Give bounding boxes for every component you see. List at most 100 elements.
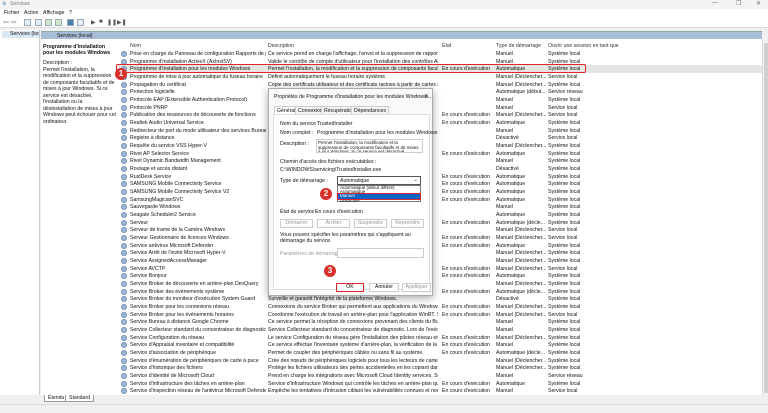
service-gear-icon <box>121 296 127 303</box>
view-icon[interactable] <box>77 19 84 26</box>
pause-button[interactable]: Suspendre <box>354 219 387 228</box>
vertical-scrollbar[interactable] <box>762 39 768 395</box>
service-startup-type: Automatique <box>496 242 526 249</box>
service-row[interactable]: Service Configuration du réseau Le servic… <box>118 334 762 342</box>
service-row[interactable]: SamsungMagicianSVC En cours d'exécution Au… <box>118 196 762 204</box>
ok-button[interactable]: OK <box>336 283 364 292</box>
startup-params-input[interactable] <box>337 248 424 258</box>
service-row[interactable]: Protocole EAP (Extensible Authentication… <box>118 96 762 104</box>
back-icon[interactable]: ⇦ <box>3 18 9 26</box>
service-row[interactable]: Service d'infrastructure des tâches en a… <box>118 380 762 388</box>
service-row[interactable]: Programme de mise à jour automatique du … <box>118 73 762 81</box>
column-description[interactable]: Description <box>268 43 294 49</box>
menu-action[interactable]: Action <box>24 10 38 16</box>
service-row[interactable]: Registre à distance Désactivé Service loca… <box>118 134 762 142</box>
service-row[interactable]: Requête du service VSS Hyper-V Manuel (Dé… <box>118 142 762 150</box>
service-gear-icon <box>121 258 127 265</box>
service-row[interactable]: Serveur Gestionnaire de licences Windows… <box>118 234 762 242</box>
cancel-button[interactable]: Annuler <box>369 283 399 292</box>
play-icon[interactable]: ▶ <box>91 19 96 26</box>
service-row[interactable]: Service Collecteur standard du concentra… <box>118 326 762 334</box>
service-row[interactable]: Service Bureau à distance Google Chrome C… <box>118 318 762 326</box>
tab-standard[interactable]: Standard <box>65 395 95 402</box>
service-row[interactable]: Service d'inspection réseau de l'antivir… <box>118 387 762 395</box>
service-row[interactable]: Protocole PNRP Manuel Service local <box>118 104 762 112</box>
menu-help[interactable]: ? <box>69 10 72 16</box>
service-row[interactable]: RustDesk Service En cours d'exécution Auto… <box>118 173 762 181</box>
column-startup-type[interactable]: Type de démarrage <box>496 43 541 49</box>
apply-button[interactable]: Appliquer <box>402 283 431 292</box>
service-name: Service d'association de périphérique <box>130 350 217 357</box>
service-row[interactable]: Redirecteur de port du mode utilisateur … <box>118 127 762 135</box>
tree-node-services-local[interactable]: Services (local) <box>2 31 39 38</box>
service-row[interactable]: Service d'énumération de périphériques d… <box>118 357 762 365</box>
service-row[interactable]: Service Broker pour les connexions résea… <box>118 303 762 311</box>
service-row[interactable]: Publication des ressources de découverte… <box>118 111 762 119</box>
startup-type-select[interactable]: Automatique ⌄ <box>337 176 421 185</box>
show-hide-tree-icon[interactable] <box>24 19 31 26</box>
startup-type-label: Type de démarrage : <box>280 178 328 184</box>
service-row[interactable]: Service Broker pour les événements horai… <box>118 311 762 319</box>
service-row[interactable]: Sauvegarde Windows Manuel Système local <box>118 203 762 211</box>
tab-dependances[interactable]: Dépendances <box>351 106 390 114</box>
stop-button[interactable]: Arrêter <box>317 219 350 228</box>
option-disabled[interactable]: Désactivé <box>338 198 420 203</box>
service-row[interactable]: Service d'Appraisal inventaire et compat… <box>118 341 762 349</box>
service-row[interactable]: Routage et accès distant Désactivé Système… <box>118 165 762 173</box>
service-row[interactable]: Protection logicielle Automatique (début.… <box>118 88 762 96</box>
service-row[interactable]: Service AssignedAccessManager Manuel (Déc… <box>118 257 762 265</box>
service-row[interactable]: Service Bonjour En cours d'exécution Autom… <box>118 272 762 280</box>
service-row[interactable]: Seagate Scheduler2 Service Automatique Sys… <box>118 211 762 219</box>
service-row[interactable]: SAMSUNG Mobile Connectivity Service En co… <box>118 180 762 188</box>
service-row[interactable]: Rivet Dynamic Bandwidth Management Manuel… <box>118 157 762 165</box>
scrollbar-thumb[interactable] <box>764 43 768 393</box>
service-row[interactable]: Service antivirus Microsoft Defender En c… <box>118 242 762 250</box>
service-row[interactable]: Serveur de trame de la Caméra Windows Man… <box>118 226 762 234</box>
refresh-icon[interactable] <box>45 19 52 26</box>
column-name[interactable]: Nom <box>130 43 141 49</box>
dialog-close-button[interactable]: ✕ <box>424 93 429 100</box>
service-description: Permet de coupler des périphériques câbl… <box>268 350 424 357</box>
service-row[interactable]: Service Broker des événements système En … <box>118 288 762 296</box>
service-row[interactable]: Prise en charge du Panneau de configurat… <box>118 50 762 58</box>
service-row[interactable]: Service Broker de découverte en arrière-… <box>118 280 762 288</box>
properties-icon[interactable] <box>35 19 42 26</box>
service-row[interactable]: Service Broker du moniteur d'exécution S… <box>118 295 762 303</box>
help-icon[interactable] <box>67 19 74 26</box>
service-row[interactable]: Serveur En cours d'exécution Automatique (… <box>118 219 762 227</box>
column-state[interactable]: État <box>442 43 451 49</box>
service-row[interactable]: Service d'association de périphérique Per… <box>118 349 762 357</box>
stop-icon[interactable]: ■ <box>99 19 103 25</box>
service-row[interactable]: Service AVCTP En cours d'exécution Manuel … <box>118 265 762 273</box>
service-row[interactable]: Service Arrêt de l'invité Microsoft Hype… <box>118 249 762 257</box>
service-name: Service AssignedAccessManager <box>130 258 207 265</box>
service-state: En cours d'exécution <box>442 242 490 249</box>
service-row[interactable]: Rivet AP Selector Service En cours d'exéc… <box>118 150 762 158</box>
pause-icon[interactable]: ❚❚ <box>107 19 117 26</box>
restart-icon[interactable]: ▶❚ <box>117 19 127 26</box>
service-logon: Système local <box>548 327 581 334</box>
menu-fichier[interactable]: Fichier <box>4 10 20 16</box>
description-textbox[interactable]: Permet l'installation, la modification e… <box>316 139 423 153</box>
column-logon[interactable]: Ouvrir une session en tant que <box>548 43 619 49</box>
service-row[interactable]: Realtek Audio Universal Service En cours … <box>118 119 762 127</box>
service-name: Service d'infrastructure des tâches en a… <box>130 380 245 387</box>
service-startup-type: Manuel (Déclencher... <box>496 281 546 288</box>
start-button[interactable]: Démarrer <box>280 219 313 228</box>
menu-affichage[interactable]: Affichage <box>43 10 65 16</box>
maximize-button[interactable]: ❐ <box>736 0 741 7</box>
close-button[interactable]: ✕ <box>756 0 761 7</box>
service-row[interactable]: SAMSUNG Mobile Connectivity Service V2 En… <box>118 188 762 196</box>
service-row[interactable]: Service d'identité de Microsoft Cloud Pre… <box>118 372 762 380</box>
properties-dialog: Propriétés de Programme d'installation p… <box>268 88 437 296</box>
export-icon[interactable] <box>55 19 62 26</box>
service-logon: Système local <box>548 357 581 364</box>
service-name: Service Arrêt de l'invité Microsoft Hype… <box>130 250 226 257</box>
minimize-button[interactable]: — <box>712 0 718 6</box>
service-name: Service Broker du moniteur d'exécution S… <box>130 296 255 303</box>
service-row[interactable]: Service d'historique des fichiers Protège… <box>118 364 762 372</box>
service-row[interactable]: Propagation du certificat Copie des certi… <box>118 81 762 89</box>
service-gear-icon <box>121 304 127 311</box>
resume-button[interactable]: Reprendre <box>391 219 424 228</box>
forward-icon[interactable]: ⇨ <box>11 18 17 26</box>
